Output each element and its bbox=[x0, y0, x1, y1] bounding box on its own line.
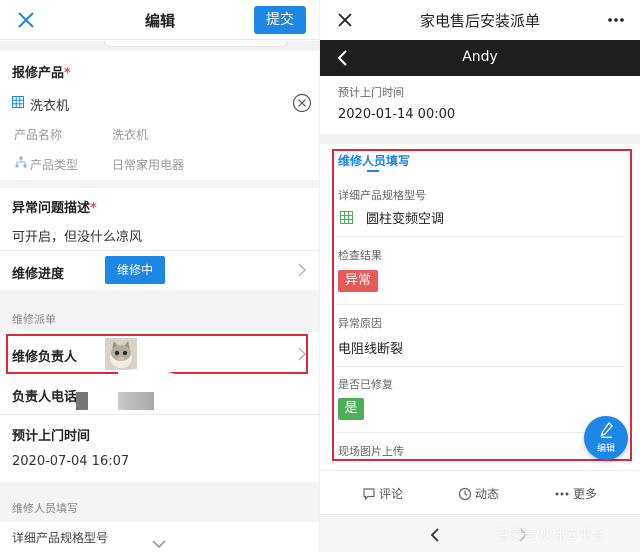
issue-input[interactable]: 可开启，但没什么凉风 bbox=[12, 226, 142, 245]
more-dots-icon[interactable] bbox=[606, 12, 626, 28]
phone-label: 负责人电话 bbox=[12, 390, 78, 405]
table-grid-icon bbox=[12, 96, 24, 108]
model-label: 详细产品规格型号 bbox=[12, 531, 109, 545]
edit-button-label: 编辑 bbox=[596, 444, 615, 454]
watermark-text: 百家号/伙伴云平台 bbox=[496, 528, 605, 543]
activity-button[interactable]: 动态 bbox=[458, 485, 499, 502]
dispatch-section-title: 维修派单 bbox=[12, 313, 56, 326]
top-strip bbox=[0, 41, 320, 51]
chevron-down-icon[interactable] bbox=[152, 540, 166, 548]
page-title: 家电售后安装派单 bbox=[419, 12, 540, 30]
pencil-icon bbox=[600, 422, 613, 438]
progress-label: 维修进度 bbox=[12, 267, 65, 282]
comment-button[interactable]: 评论 bbox=[362, 485, 403, 502]
chevron-right-icon[interactable] bbox=[297, 263, 307, 277]
product-name-value: 洗衣机 bbox=[112, 128, 149, 142]
product-name-label: 产品名称 bbox=[14, 128, 63, 142]
selected-product[interactable]: 洗衣机 bbox=[30, 95, 69, 114]
repair-section-highlight bbox=[332, 149, 632, 461]
visit-time-label: 预计上门时间 bbox=[338, 86, 404, 99]
right-detail-panel: 家电售后安装派单 Andy 预计上门时间 2020-01-14 00:00 维修… bbox=[320, 0, 640, 552]
redaction-blur bbox=[76, 392, 88, 410]
tree-icon bbox=[15, 156, 27, 168]
record-nav-bar: Andy bbox=[320, 40, 640, 76]
more-button[interactable]: 更多 bbox=[554, 485, 597, 502]
record-owner-name: Andy bbox=[462, 49, 498, 65]
visit-time-label: 预计上门时间 bbox=[12, 429, 91, 444]
clear-icon[interactable] bbox=[292, 93, 312, 113]
comment-icon bbox=[363, 488, 375, 501]
visit-time-value[interactable]: 2020-07-04 16:07 bbox=[12, 454, 129, 469]
visit-time-value: 2020-01-14 00:00 bbox=[338, 107, 456, 122]
edit-header: 编辑 提交 bbox=[0, 0, 320, 40]
clock-icon bbox=[458, 487, 472, 501]
submit-button[interactable]: 提交 bbox=[254, 6, 306, 34]
left-edit-panel: 编辑 提交 报修产品* 洗衣机 产品名称 洗衣机 产品类型 日常家用电器 异常问… bbox=[0, 0, 320, 552]
redaction-blur bbox=[118, 392, 154, 410]
status-badge[interactable]: 维修中 bbox=[105, 256, 165, 284]
back-arrow-icon[interactable] bbox=[430, 527, 440, 543]
more-dots-icon bbox=[555, 492, 569, 496]
product-label: 报修产品* bbox=[12, 66, 71, 81]
action-bar: 评论 动态 更多 bbox=[320, 470, 640, 514]
issue-label: 异常问题描述* bbox=[12, 201, 97, 216]
detail-header: 家电售后安装派单 bbox=[320, 0, 640, 40]
repair-section-title: 维修人员填写 bbox=[12, 502, 78, 515]
product-type-label: 产品类型 bbox=[30, 158, 79, 172]
edit-button[interactable]: 编辑 bbox=[584, 416, 628, 460]
product-type-value: 日常家用电器 bbox=[112, 158, 185, 172]
